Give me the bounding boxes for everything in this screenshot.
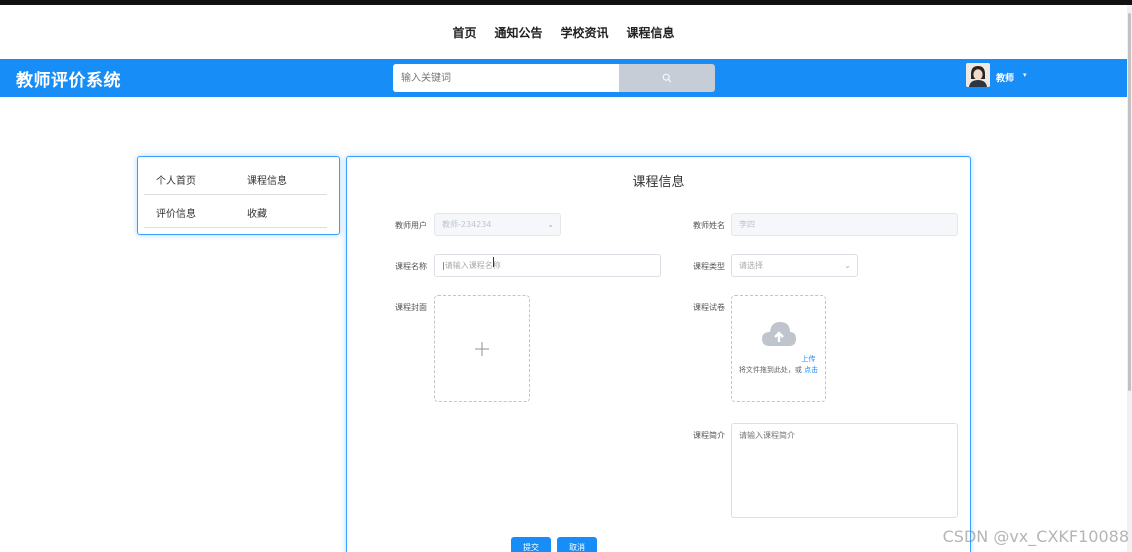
teacher-name-field: 李四	[731, 213, 958, 236]
course-cover-upload[interactable]	[434, 295, 530, 402]
course-name-label: 课程名称	[395, 262, 427, 271]
chevron-down-icon: ⌄	[844, 261, 851, 270]
teacher-user-value: 教师-234234	[442, 220, 492, 229]
course-paper-dropzone[interactable]: 将文件拖到此处，或 点击	[731, 295, 826, 402]
click-upload-link[interactable]: 上传	[802, 355, 816, 363]
avatar[interactable]	[966, 63, 990, 87]
cancel-button[interactable]: 取消	[557, 537, 597, 552]
user-photo-icon	[966, 63, 990, 87]
course-form-panel: 课程信息 教师用户 教师-234234 ⌄ 教师姓名 李四 课程名称 |请输入课…	[346, 156, 971, 552]
course-paper-label: 课程试卷	[693, 303, 725, 312]
page-title: 课程信息	[632, 175, 685, 190]
course-type-placeholder: 请选择	[739, 261, 763, 270]
text-cursor	[493, 257, 494, 267]
course-type-label: 课程类型	[693, 262, 725, 271]
watermark: CSDN @vx_CXKF10088	[942, 527, 1129, 546]
teacher-user-select: 教师-234234 ⌄	[434, 213, 561, 236]
teacher-name-label: 教师姓名	[693, 221, 725, 230]
sidebar-menu: 个人首页 课程信息 评价信息 收藏	[137, 156, 340, 235]
nav-item-notices[interactable]: 通知公告	[485, 22, 551, 44]
course-cover-label: 课程封面	[395, 303, 427, 312]
search-icon	[662, 73, 672, 83]
teacher-user-label: 教师用户	[395, 221, 427, 230]
sidebar-row: 个人首页 课程信息	[144, 162, 327, 195]
submit-button[interactable]: 提交	[511, 537, 551, 552]
nav-item-school-news[interactable]: 学校资讯	[552, 22, 618, 44]
sidebar-row: 评价信息 收藏	[144, 195, 327, 228]
chevron-down-icon[interactable]: ▾	[1023, 71, 1027, 79]
scrollbar-thumb[interactable]	[1128, 13, 1131, 391]
course-type-select[interactable]: 请选择 ⌄	[731, 254, 858, 277]
course-intro-label: 课程简介	[693, 431, 725, 440]
nav-item-course-info[interactable]: 课程信息	[618, 22, 684, 44]
sidebar-item-favorites[interactable]: 收藏	[247, 205, 267, 220]
nav-item-home[interactable]: 首页	[443, 22, 485, 44]
top-nav: 首页 通知公告 学校资讯 课程信息	[0, 22, 1127, 44]
plus-icon	[475, 341, 489, 356]
top-border	[0, 0, 1132, 5]
chevron-down-icon: ⌄	[547, 220, 554, 229]
sidebar-item-personal-home[interactable]: 个人首页	[156, 172, 196, 187]
sidebar-item-course-info[interactable]: 课程信息	[247, 172, 287, 187]
sidebar-item-evaluation[interactable]: 评价信息	[156, 205, 196, 220]
course-intro-textarea[interactable]	[731, 423, 958, 518]
scrollbar[interactable]	[1127, 5, 1132, 552]
header-bar: 教师评价系统 教师 ▾	[0, 59, 1127, 97]
cloud-upload-icon	[762, 322, 796, 346]
course-name-input[interactable]: |请输入课程名称	[434, 254, 661, 277]
search-input[interactable]	[393, 64, 620, 92]
dropzone-link-wrap: 上传	[731, 355, 826, 374]
search-button[interactable]	[619, 64, 715, 92]
site-title: 教师评价系统	[16, 71, 121, 91]
user-name[interactable]: 教师	[996, 71, 1014, 84]
teacher-name-value: 李四	[739, 220, 755, 229]
